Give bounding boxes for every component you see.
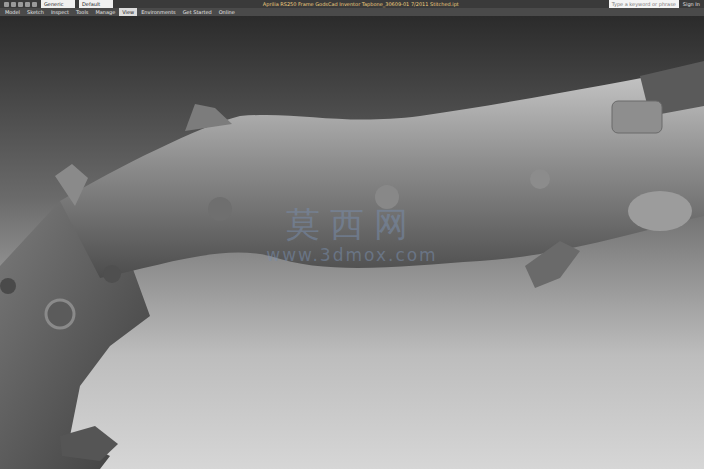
quick-access-icon[interactable] xyxy=(4,2,9,7)
ribbon-tab[interactable]: Model xyxy=(2,8,23,16)
ribbon-tab[interactable]: Environments xyxy=(138,8,179,16)
title-bar: Generic Default Aprilia RS250 Frame GodsCa… xyxy=(0,0,704,8)
ribbon-tab[interactable]: Tools xyxy=(73,8,91,16)
ribbon-tab[interactable]: Get Started xyxy=(180,8,215,16)
ribbon-tab[interactable]: Online xyxy=(216,8,238,16)
quick-access-toolbar xyxy=(4,2,37,7)
quick-access-icon[interactable] xyxy=(11,2,16,7)
sign-in-link[interactable]: Sign In xyxy=(683,0,700,8)
ribbon-tab[interactable]: Manage xyxy=(92,8,118,16)
watermark: 莫西网www.3dmox.com xyxy=(262,204,442,266)
search-field[interactable]: Type a keyword or phrase xyxy=(609,0,679,8)
watermark-title: 莫西网 xyxy=(286,204,418,244)
ribbon-tab[interactable]: Inspect xyxy=(48,8,72,16)
inventor-window: Generic Default Aprilia RS250 Frame GodsCa… xyxy=(0,0,704,469)
ribbon-tab[interactable]: Sketch xyxy=(24,8,47,16)
workspace-dropdown[interactable]: Generic xyxy=(41,0,75,8)
watermark-url: www.3dmox.com xyxy=(266,244,437,266)
quick-access-icon[interactable] xyxy=(18,2,23,7)
frame-model-icon xyxy=(0,16,704,469)
style-dropdown[interactable]: Default xyxy=(79,0,113,8)
graphics-viewport[interactable]: 莫西网www.3dmox.com xyxy=(0,16,704,469)
quick-access-icon[interactable] xyxy=(25,2,30,7)
ribbon-tabs: ModelSketchInspectToolsManageViewEnviron… xyxy=(0,8,704,16)
window-title: Aprilia RS250 Frame GodsCad Inventor Tap… xyxy=(117,0,605,8)
quick-access-icon[interactable] xyxy=(32,2,37,7)
ribbon-tab[interactable]: View xyxy=(119,8,137,16)
